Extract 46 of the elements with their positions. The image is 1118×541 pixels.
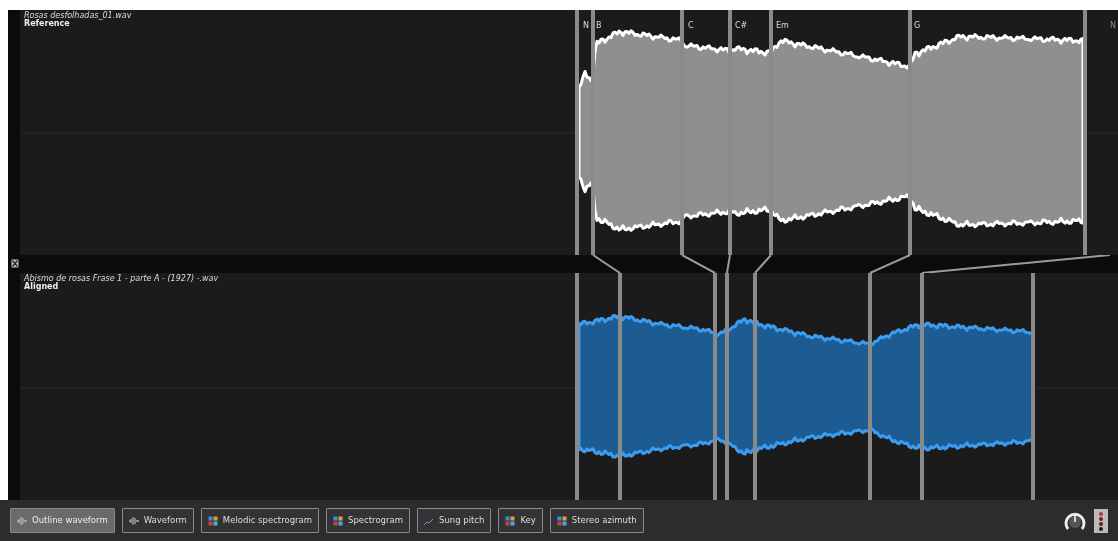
boundary-marker[interactable]	[728, 10, 732, 255]
track-role: Reference	[24, 20, 70, 29]
alignment-line	[726, 255, 731, 273]
alignment-line	[681, 255, 716, 273]
boundary-marker[interactable]	[591, 10, 595, 255]
boundary-marker[interactable]	[713, 273, 717, 500]
waveform-icon	[128, 515, 139, 526]
view-button[interactable]: Waveform	[121, 508, 194, 533]
boundary-marker[interactable]	[618, 273, 622, 500]
chord-label: C	[688, 20, 694, 32]
view-button[interactable]: Stereo azimuth	[549, 508, 644, 533]
boundary-marker[interactable]	[920, 273, 924, 500]
boundary-marker[interactable]	[575, 10, 579, 255]
view-button[interactable]: Spectrogram	[326, 508, 410, 533]
waveform-icon	[17, 515, 27, 526]
boundary-marker[interactable]	[1083, 10, 1087, 255]
boundary-marker[interactable]	[769, 10, 773, 255]
chord-label: C#	[735, 20, 748, 32]
alignment-line	[592, 255, 621, 273]
boundary-marker[interactable]	[725, 273, 729, 500]
level-meter-icon[interactable]	[1094, 508, 1108, 533]
alignment-line	[754, 255, 772, 273]
view-button[interactable]: Key	[498, 508, 543, 533]
boundary-marker[interactable]	[680, 10, 684, 255]
view-button[interactable]: Melodic spectrogram	[200, 508, 320, 533]
grid-icon	[505, 515, 516, 526]
boundary-marker[interactable]	[753, 273, 757, 500]
file-name: Abismo de rosas Frase 1 - parte A - (1927) -.wav	[24, 275, 219, 283]
view-button[interactable]: Outline waveform	[10, 508, 115, 533]
grid-icon	[333, 515, 344, 526]
chord-label: G	[914, 20, 921, 32]
grid-icon	[556, 515, 567, 526]
chord-label: N	[1110, 20, 1116, 32]
view-button[interactable]: Sung pitch	[417, 508, 492, 533]
boundary-marker[interactable]	[908, 10, 912, 255]
file-name: Rosas desfolhadas_01.wav	[24, 12, 132, 20]
grid-icon	[207, 515, 218, 526]
chord-label: N	[583, 20, 589, 32]
boundary-marker[interactable]	[868, 273, 872, 500]
chord-label: B	[596, 20, 602, 32]
track-role: Aligned	[24, 283, 59, 292]
boundary-marker[interactable]	[575, 273, 579, 500]
alignment-line	[869, 255, 911, 273]
close-icon[interactable]	[11, 259, 19, 268]
chord-label: Em	[776, 20, 789, 32]
boundary-marker[interactable]	[1031, 273, 1035, 500]
